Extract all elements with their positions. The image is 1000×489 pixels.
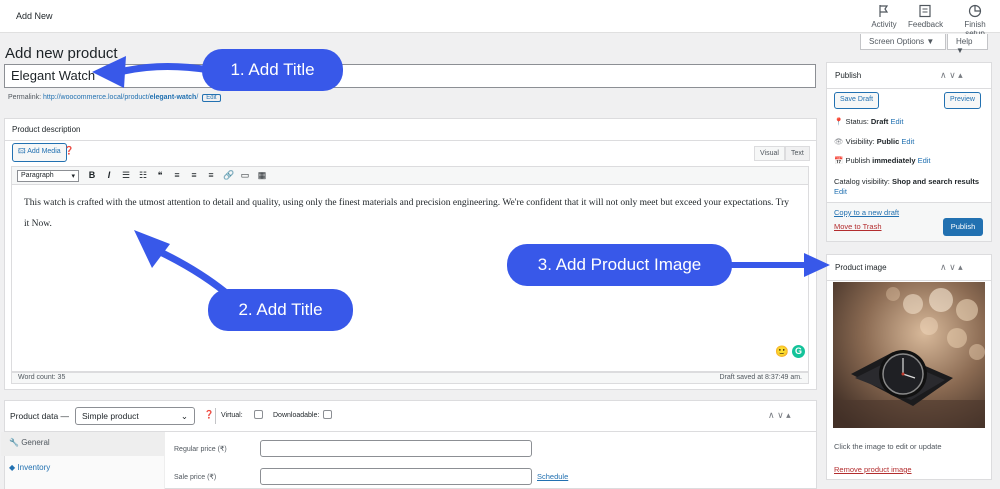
arrow-to-title xyxy=(116,62,214,76)
arrow-head-editor xyxy=(134,230,170,268)
annotation-arrows xyxy=(92,56,830,296)
callout-step-3: 3. Add Product Image xyxy=(507,244,732,286)
arrow-head-image xyxy=(804,253,830,277)
arrow-to-editor xyxy=(148,244,229,296)
arrow-head-title xyxy=(92,56,126,88)
callout-step-2: 2. Add Title xyxy=(208,289,353,331)
callout-step-1: 1. Add Title xyxy=(202,49,343,91)
